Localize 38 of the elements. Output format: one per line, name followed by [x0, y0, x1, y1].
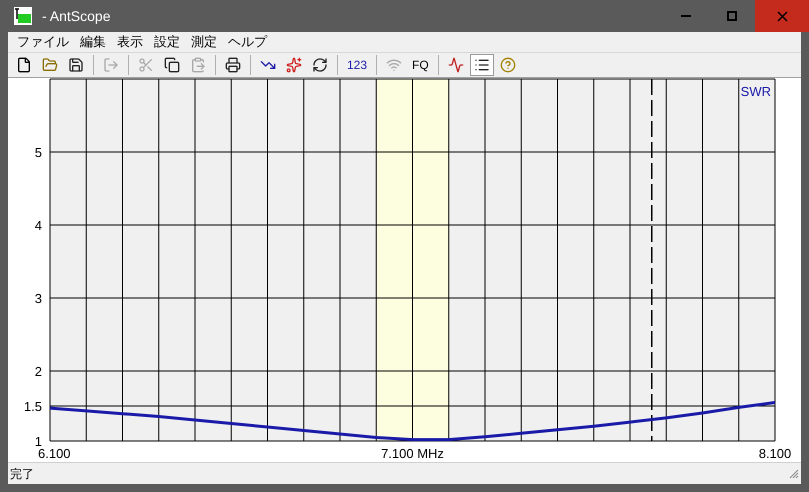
y-tick-label: 3 [34, 291, 42, 306]
toolbar-button[interactable]: FQ [408, 54, 433, 76]
y-tick-label: 4 [34, 218, 42, 234]
printer-icon [225, 57, 241, 74]
menu-item[interactable]: 編集 [75, 32, 111, 52]
menu-item[interactable]: 表示 [112, 32, 148, 52]
series-label: SWR [740, 84, 771, 100]
antenna-icon [386, 57, 402, 74]
size-grip-icon [789, 468, 799, 479]
toolbar-button[interactable]: 123 [343, 54, 372, 76]
copy-icon [164, 57, 180, 74]
menu-item[interactable]: ヘルプ [223, 32, 272, 52]
app-icon [14, 7, 32, 25]
window-title: - AntScope [42, 6, 110, 26]
menu-item[interactable]: 測定 [186, 32, 222, 52]
close-icon [776, 10, 788, 22]
menu-item[interactable]: 設定 [149, 32, 185, 52]
x-tick-label: 7.100 MHz [381, 446, 444, 462]
toolbar-button[interactable] [470, 54, 494, 76]
export-icon [103, 57, 119, 74]
x-tick-label: 8.100 [758, 446, 792, 462]
close-button[interactable] [755, 0, 809, 32]
help-icon [500, 57, 516, 74]
new-file-icon [16, 57, 32, 74]
y-tick-label: 1.5 [24, 399, 42, 414]
minimize-icon [681, 15, 691, 17]
status-text: 完了 [10, 466, 34, 483]
burst-icon [286, 57, 302, 74]
scissors-icon [138, 57, 154, 74]
maximize-icon [727, 11, 737, 21]
paste-icon [190, 57, 206, 74]
refresh-icon [312, 57, 328, 74]
menu-item[interactable]: ファイル [12, 32, 74, 52]
list-icon [474, 57, 490, 74]
y-tick-label: 5 [34, 145, 42, 160]
y-tick-label: 2 [34, 364, 42, 380]
save-icon [68, 57, 84, 74]
open-folder-icon [42, 57, 58, 74]
